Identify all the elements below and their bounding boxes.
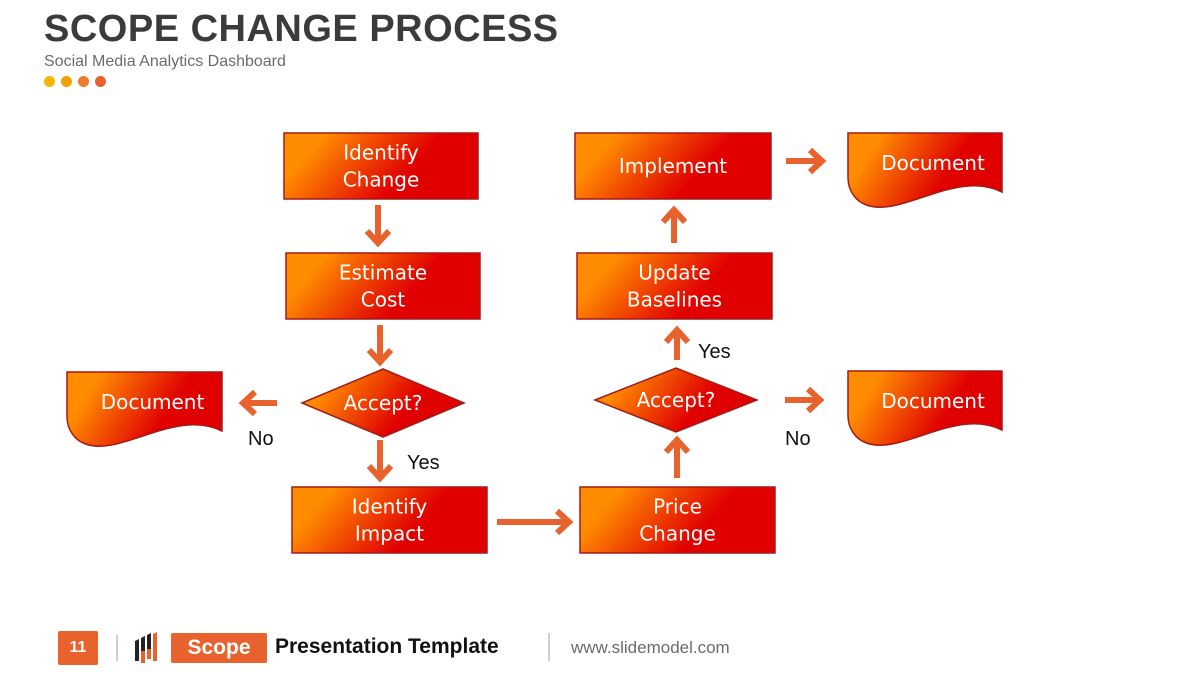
slidemodel-logo-icon xyxy=(135,632,157,663)
node-implement[interactable]: Implement xyxy=(574,132,772,200)
nodes: Identify Change Estimate Cost Accept? Documen… xyxy=(66,132,1003,554)
flowchart: No Yes No Yes Identify Change Estimate Cost Acc… xyxy=(66,132,1003,554)
arrow-accept-2-to-document-2 xyxy=(785,386,825,414)
node-label: Impact xyxy=(355,522,424,546)
node-identify-change[interactable]: Identify Change xyxy=(283,132,479,200)
scope-badge: Scope xyxy=(171,633,267,663)
arrow-accept-1-to-identify-impact xyxy=(366,440,394,483)
page-number: 11 xyxy=(58,631,98,665)
node-label: Document xyxy=(881,151,985,175)
node-label: Change xyxy=(639,522,716,546)
edge-label-no: No xyxy=(785,428,811,450)
node-label: Baselines xyxy=(627,288,722,312)
node-document-1[interactable]: Document xyxy=(66,371,223,447)
node-label: Implement xyxy=(619,154,727,178)
node-label: Document xyxy=(881,389,985,413)
node-accept-2[interactable]: Accept? xyxy=(592,367,760,433)
node-update-baselines[interactable]: Update Baselines xyxy=(576,252,773,320)
arrow-identify-change-to-estimate-cost xyxy=(364,205,392,248)
template-label: Presentation Template xyxy=(275,635,499,658)
node-label: Cost xyxy=(361,288,406,312)
edge-label-no: No xyxy=(248,428,274,450)
node-label: Identify xyxy=(352,495,428,519)
arrow-identify-impact-to-price-change xyxy=(497,508,574,536)
node-label: Accept? xyxy=(637,388,716,412)
node-label: Estimate xyxy=(339,261,427,285)
footer-divider-2 xyxy=(548,633,550,661)
node-identify-impact[interactable]: Identify Impact xyxy=(291,486,488,554)
node-label: Identify xyxy=(343,141,419,165)
node-accept-1[interactable]: Accept? xyxy=(300,368,466,438)
arrow-accept-1-to-document-1 xyxy=(238,389,277,417)
node-label: Change xyxy=(343,168,420,192)
node-label: Document xyxy=(101,390,205,414)
website-link[interactable]: www.slidemodel.com xyxy=(571,638,730,658)
node-price-change[interactable]: Price Change xyxy=(579,486,776,554)
edge-label-yes: Yes xyxy=(407,452,440,474)
node-label: Update xyxy=(638,261,710,285)
node-estimate-cost[interactable]: Estimate Cost xyxy=(285,252,481,320)
arrow-estimate-cost-to-accept-1 xyxy=(366,325,394,367)
node-document-3[interactable]: Document xyxy=(847,132,1003,208)
footer-divider xyxy=(116,635,118,661)
arrow-price-change-to-accept-2 xyxy=(663,435,691,478)
node-label: Price xyxy=(653,495,702,519)
arrow-implement-to-document-3 xyxy=(786,147,827,175)
footer: 11 Scope Presentation Template www.slide… xyxy=(0,627,1200,667)
edges: No Yes No Yes xyxy=(238,147,827,536)
node-document-2[interactable]: Document xyxy=(847,370,1003,446)
arrow-update-baselines-to-implement xyxy=(660,205,688,243)
node-label: Accept? xyxy=(344,391,423,415)
edge-label-yes: Yes xyxy=(698,341,731,363)
arrow-accept-2-to-update-baselines xyxy=(663,325,691,360)
